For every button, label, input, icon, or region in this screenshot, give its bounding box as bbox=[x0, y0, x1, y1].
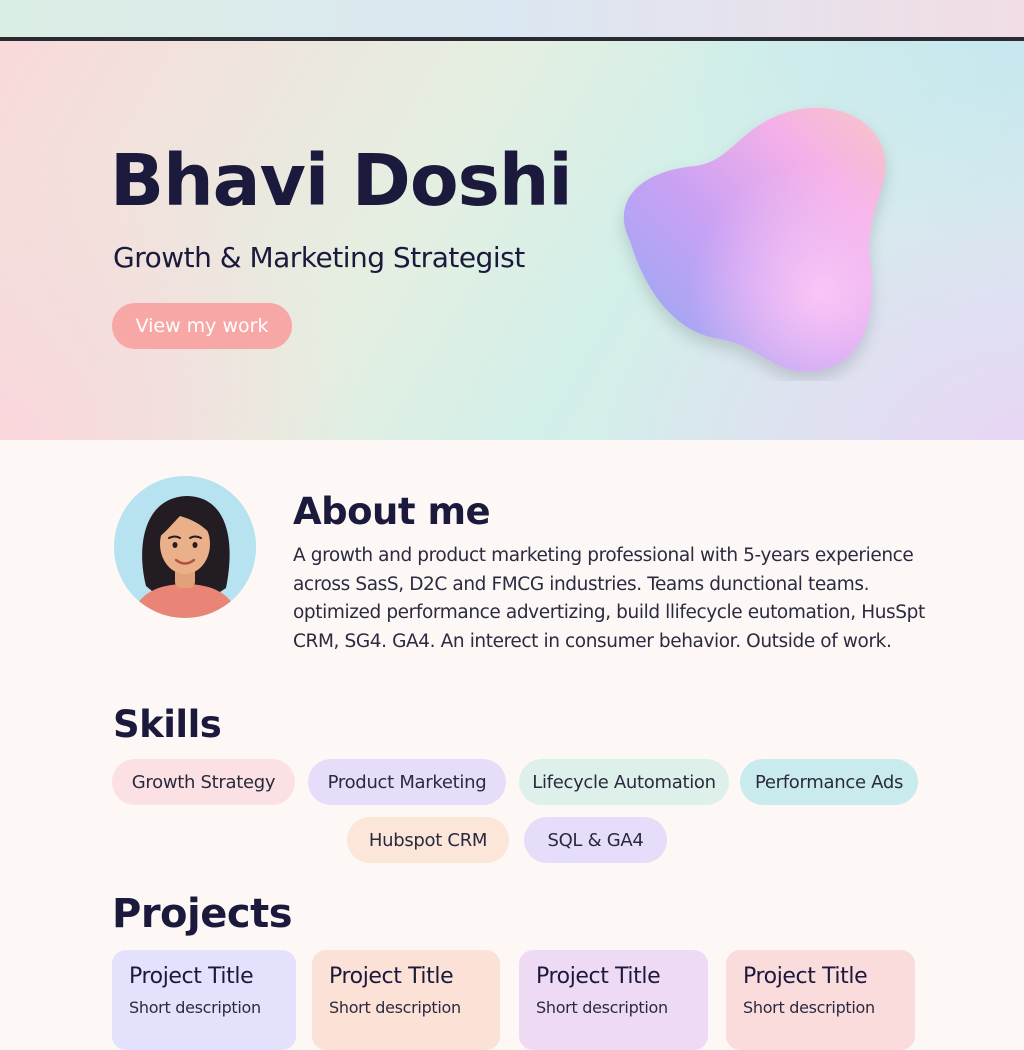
project-title: Project Title bbox=[536, 964, 661, 989]
project-title: Project Title bbox=[129, 964, 254, 989]
about-title: About me bbox=[293, 490, 491, 533]
skill-chip-growth-strategy[interactable]: Growth Strategy bbox=[112, 759, 295, 805]
projects-title: Projects bbox=[112, 891, 293, 937]
project-description: Short description bbox=[329, 998, 461, 1017]
project-description: Short description bbox=[129, 998, 261, 1017]
project-card[interactable]: Project Title Short description bbox=[112, 950, 296, 1050]
about-body: A growth and product marketing professio… bbox=[293, 545, 925, 652]
avatar bbox=[114, 476, 256, 618]
project-card[interactable]: Project Title Short description bbox=[312, 950, 500, 1050]
skills-title: Skills bbox=[113, 703, 222, 746]
gradient-blob-graphic bbox=[623, 107, 886, 372]
project-description: Short description bbox=[536, 998, 668, 1017]
skill-chip-lifecycle-automation[interactable]: Lifecycle Automation bbox=[519, 759, 729, 805]
avatar-illustration bbox=[114, 476, 256, 618]
skill-chip-hubspot-crm[interactable]: Hubspot CRM bbox=[347, 817, 509, 863]
skill-chip-product-marketing[interactable]: Product Marketing bbox=[308, 759, 506, 805]
skill-chip-sql-ga4[interactable]: SQL & GA4 bbox=[524, 817, 667, 863]
hero-subtitle: Growth & Marketing Strategist bbox=[113, 241, 525, 274]
project-title: Project Title bbox=[329, 964, 454, 989]
project-title: Project Title bbox=[743, 964, 868, 989]
project-description: Short description bbox=[743, 998, 875, 1017]
hero-name: Bhavi Doshi bbox=[110, 139, 573, 222]
hero-section: Bhavi Doshi Growth & Marketing Strategis… bbox=[0, 41, 1024, 440]
top-bar bbox=[0, 0, 1024, 38]
view-my-work-button[interactable]: View my work bbox=[112, 303, 292, 349]
project-card[interactable]: Project Title Short description bbox=[519, 950, 708, 1050]
skill-chip-performance-ads[interactable]: Performance Ads bbox=[740, 759, 918, 805]
project-card[interactable]: Project Title Short description bbox=[726, 950, 915, 1050]
